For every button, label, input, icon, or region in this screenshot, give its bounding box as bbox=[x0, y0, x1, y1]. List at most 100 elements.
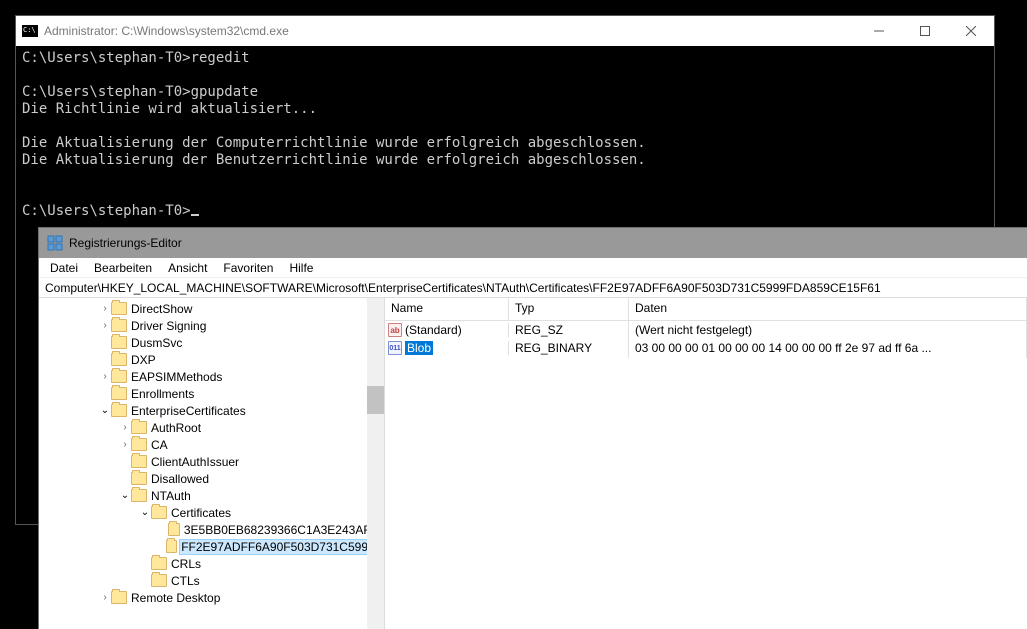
cmd-titlebar[interactable]: Administrator: C:\Windows\system32\cmd.e… bbox=[16, 16, 994, 46]
col-header-type[interactable]: Typ bbox=[509, 298, 629, 320]
cmd-icon bbox=[22, 25, 38, 37]
regedit-window: Registrierungs-Editor Datei Bearbeiten A… bbox=[38, 227, 1027, 629]
tree-label: Driver Signing bbox=[131, 319, 206, 333]
folder-icon bbox=[131, 489, 147, 502]
value-name: Blob bbox=[405, 341, 433, 355]
tree-label: AuthRoot bbox=[151, 421, 201, 435]
tree-label: Disallowed bbox=[151, 472, 209, 486]
tree-label: CRLs bbox=[171, 557, 201, 571]
tree-item[interactable]: CRLs bbox=[39, 555, 384, 572]
chevron-right-icon[interactable]: › bbox=[119, 439, 131, 450]
tree-item[interactable]: CTLs bbox=[39, 572, 384, 589]
tree-label: Enrollments bbox=[131, 387, 194, 401]
list-header: Name Typ Daten bbox=[385, 298, 1027, 321]
chevron-down-icon[interactable]: ⌄ bbox=[99, 405, 111, 416]
value-row[interactable]: 011Blob REG_BINARY03 00 00 00 01 00 00 00… bbox=[385, 339, 1027, 357]
close-button[interactable] bbox=[948, 16, 994, 46]
regedit-value-list[interactable]: Name Typ Daten ab(Standard) REG_SZ(Wert n… bbox=[385, 298, 1027, 629]
tree-label: NTAuth bbox=[151, 489, 191, 503]
tree-item[interactable]: › DirectShow bbox=[39, 300, 384, 317]
tree-label: DXP bbox=[131, 353, 156, 367]
regedit-address-bar[interactable]: Computer\HKEY_LOCAL_MACHINE\SOFTWARE\Mic… bbox=[39, 277, 1027, 298]
value-type: REG_SZ bbox=[509, 320, 629, 340]
folder-icon bbox=[151, 574, 167, 587]
tree-item[interactable]: ⌄ Certificates bbox=[39, 504, 384, 521]
regedit-menubar: Datei Bearbeiten Ansicht Favoriten Hilfe bbox=[39, 258, 1027, 277]
folder-icon bbox=[131, 421, 147, 434]
tree-item[interactable]: › AuthRoot bbox=[39, 419, 384, 436]
tree-item[interactable]: DXP bbox=[39, 351, 384, 368]
tree-item[interactable]: 3E5BB0EB68239366C1A3E243AF25 bbox=[39, 521, 384, 538]
chevron-down-icon[interactable]: ⌄ bbox=[139, 507, 151, 518]
regedit-tree[interactable]: › DirectShow › Driver Signing DusmSvc DXP › EAP… bbox=[39, 298, 385, 629]
tree-item[interactable]: › EAPSIMMethods bbox=[39, 368, 384, 385]
tree-label: Certificates bbox=[171, 506, 231, 520]
tree-item[interactable]: Disallowed bbox=[39, 470, 384, 487]
tree-label: 3E5BB0EB68239366C1A3E243AF25 bbox=[184, 523, 384, 537]
cmd-output[interactable]: C:\Users\stephan-T0>regedit C:\Users\ste… bbox=[16, 46, 994, 224]
tree-label: EnterpriseCertificates bbox=[131, 404, 246, 418]
value-data: (Wert nicht festgelegt) bbox=[629, 320, 1027, 340]
folder-icon bbox=[168, 523, 180, 536]
tree-item[interactable]: › CA bbox=[39, 436, 384, 453]
tree-item[interactable]: › Driver Signing bbox=[39, 317, 384, 334]
folder-icon bbox=[111, 302, 127, 315]
folder-icon bbox=[131, 455, 147, 468]
folder-icon bbox=[111, 370, 127, 383]
folder-icon bbox=[151, 506, 167, 519]
tree-label: CA bbox=[151, 438, 168, 452]
folder-icon bbox=[111, 591, 127, 604]
menu-file[interactable]: Datei bbox=[47, 261, 81, 275]
chevron-right-icon[interactable]: › bbox=[99, 371, 111, 382]
value-data: 03 00 00 00 01 00 00 00 14 00 00 00 ff 2… bbox=[629, 338, 1027, 358]
binary-value-icon: 011 bbox=[388, 341, 402, 355]
menu-favorites[interactable]: Favoriten bbox=[220, 261, 276, 275]
menu-view[interactable]: Ansicht bbox=[165, 261, 210, 275]
tree-item[interactable]: Enrollments bbox=[39, 385, 384, 402]
folder-icon bbox=[111, 319, 127, 332]
folder-icon bbox=[151, 557, 167, 570]
chevron-down-icon[interactable]: ⌄ bbox=[119, 490, 131, 501]
value-name: (Standard) bbox=[405, 323, 462, 337]
tree-item[interactable]: ClientAuthIssuer bbox=[39, 453, 384, 470]
tree-item[interactable]: › Remote Desktop bbox=[39, 589, 384, 606]
tree-label: CTLs bbox=[171, 574, 200, 588]
chevron-right-icon[interactable]: › bbox=[119, 422, 131, 433]
tree-label: ClientAuthIssuer bbox=[151, 455, 239, 469]
folder-icon bbox=[111, 336, 127, 349]
folder-icon bbox=[131, 472, 147, 485]
menu-edit[interactable]: Bearbeiten bbox=[91, 261, 155, 275]
value-row[interactable]: ab(Standard) REG_SZ(Wert nicht festgelegt… bbox=[385, 321, 1027, 339]
tree-item[interactable]: ⌄ NTAuth bbox=[39, 487, 384, 504]
folder-icon bbox=[111, 353, 127, 366]
folder-icon bbox=[131, 438, 147, 451]
regedit-icon bbox=[47, 235, 63, 251]
tree-label: Remote Desktop bbox=[131, 591, 220, 605]
tree-label: DusmSvc bbox=[131, 336, 182, 350]
value-type: REG_BINARY bbox=[509, 338, 629, 358]
cmd-title: Administrator: C:\Windows\system32\cmd.e… bbox=[44, 24, 856, 38]
regedit-titlebar[interactable]: Registrierungs-Editor bbox=[39, 228, 1027, 258]
tree-scrollbar[interactable] bbox=[367, 298, 384, 629]
chevron-right-icon[interactable]: › bbox=[99, 320, 111, 331]
minimize-button[interactable] bbox=[856, 16, 902, 46]
tree-label: DirectShow bbox=[131, 302, 192, 316]
chevron-right-icon[interactable]: › bbox=[99, 592, 111, 603]
tree-label: FF2E97ADFF6A90F503D731C5999F bbox=[179, 539, 384, 555]
tree-scroll-thumb[interactable] bbox=[367, 386, 384, 414]
string-value-icon: ab bbox=[388, 323, 402, 337]
tree-label: EAPSIMMethods bbox=[131, 370, 222, 384]
menu-help[interactable]: Hilfe bbox=[286, 261, 316, 275]
folder-icon bbox=[111, 404, 127, 417]
col-header-data[interactable]: Daten bbox=[629, 298, 1027, 320]
folder-icon bbox=[166, 540, 177, 553]
tree-item[interactable]: ⌄ EnterpriseCertificates bbox=[39, 402, 384, 419]
chevron-right-icon[interactable]: › bbox=[99, 303, 111, 314]
folder-icon bbox=[111, 387, 127, 400]
tree-item[interactable]: FF2E97ADFF6A90F503D731C5999F bbox=[39, 538, 384, 555]
maximize-button[interactable] bbox=[902, 16, 948, 46]
tree-item[interactable]: DusmSvc bbox=[39, 334, 384, 351]
regedit-address: Computer\HKEY_LOCAL_MACHINE\SOFTWARE\Mic… bbox=[45, 281, 881, 295]
regedit-title: Registrierungs-Editor bbox=[69, 236, 182, 250]
col-header-name[interactable]: Name bbox=[385, 298, 509, 320]
